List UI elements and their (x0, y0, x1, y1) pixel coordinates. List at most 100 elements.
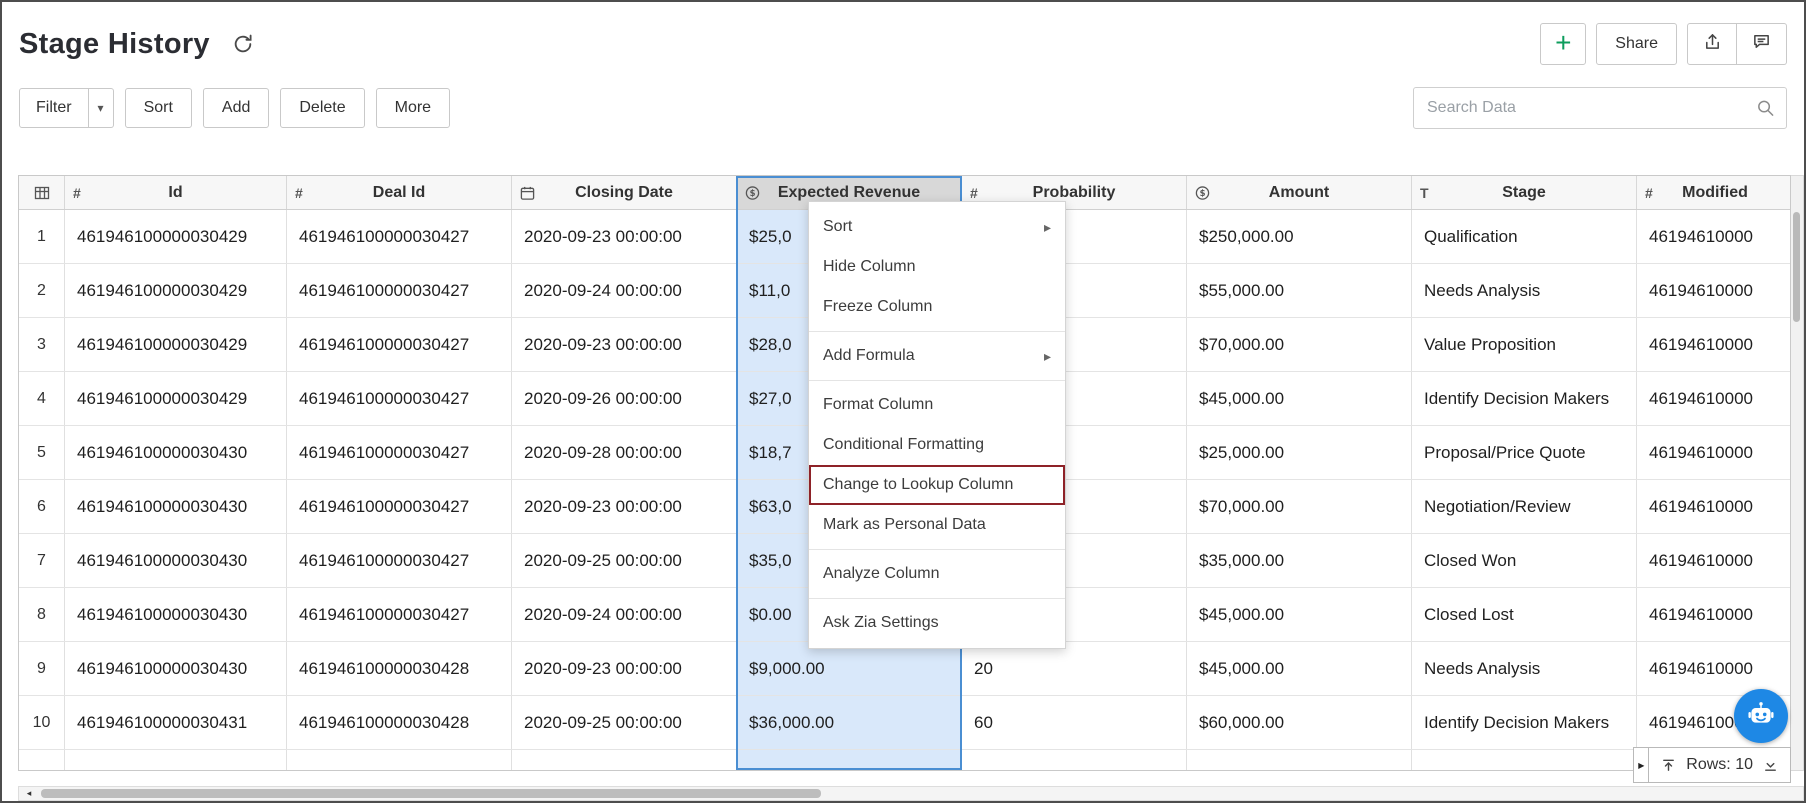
menu-item-add-formula[interactable]: Add Formula▸ (809, 336, 1065, 376)
menu-item-mark-as-personal-data[interactable]: Mark as Personal Data (809, 505, 1065, 545)
cell-id[interactable]: 461946100000030430 (65, 426, 287, 479)
cell-id[interactable]: 461946100000030431 (65, 696, 287, 749)
cell-deal_id[interactable]: 461946100000030427 (287, 264, 512, 317)
menu-item-analyze-column[interactable]: Analyze Column (809, 554, 1065, 594)
cell-stage[interactable]: Closed Lost (1412, 588, 1637, 641)
cell-expected_revenue[interactable]: $9,000.00 (737, 642, 962, 695)
cell-amount[interactable]: $45,000.00 (1187, 642, 1412, 695)
cell-amount[interactable]: $250,000.00 (1187, 210, 1412, 263)
cell-deal_id[interactable]: 461946100000030428 (287, 696, 512, 749)
export-button[interactable] (1687, 23, 1737, 65)
cell-amount[interactable]: $60,000.00 (1187, 696, 1412, 749)
cell-deal_id[interactable]: 461946100000030427 (287, 210, 512, 263)
cell-deal_id[interactable]: 461946100000030427 (287, 534, 512, 587)
comments-button[interactable] (1737, 23, 1787, 65)
vertical-scrollbar[interactable] (1791, 175, 1804, 771)
menu-item-conditional-formatting[interactable]: Conditional Formatting (809, 425, 1065, 465)
sort-button[interactable]: Sort (125, 88, 192, 128)
cell-stage[interactable]: Identify Decision Makers (1412, 696, 1637, 749)
column-header-amount[interactable]: $Amount (1187, 176, 1412, 209)
select-all-header[interactable] (19, 176, 65, 209)
cell-stage[interactable]: Identify Decision Makers (1412, 372, 1637, 425)
cell-stage[interactable]: Needs Analysis (1412, 264, 1637, 317)
add-button[interactable]: Add (203, 88, 269, 128)
cell-id[interactable]: 461946100000030430 (65, 588, 287, 641)
cell-id[interactable]: 461946100000030429 (65, 264, 287, 317)
cell-amount[interactable]: $45,000.00 (1187, 588, 1412, 641)
refresh-icon[interactable] (232, 33, 254, 55)
menu-item-change-to-lookup-column[interactable]: Change to Lookup Column (809, 465, 1065, 505)
cell-deal_id[interactable]: 461946100000030428 (287, 642, 512, 695)
cell-stage[interactable]: Negotiation/Review (1412, 480, 1637, 533)
menu-item-freeze-column[interactable]: Freeze Column (809, 287, 1065, 327)
cell-modified[interactable]: 46194610000 (1637, 318, 1791, 371)
cell-closing_date[interactable]: 2020-09-24 00:00:00 (512, 264, 737, 317)
cell-modified[interactable]: 46194610000 (1637, 372, 1791, 425)
cell-id[interactable]: 461946100000030429 (65, 318, 287, 371)
cell-modified[interactable]: 46194610000 (1637, 588, 1791, 641)
vertical-scrollbar-thumb[interactable] (1793, 212, 1800, 322)
more-button[interactable]: More (376, 88, 450, 128)
cell-modified[interactable]: 46194610000 (1637, 642, 1791, 695)
cell-amount[interactable]: $35,000.00 (1187, 534, 1412, 587)
scroll-left-arrow-icon[interactable]: ◂ (21, 787, 37, 800)
cell-stage[interactable]: Value Proposition (1412, 318, 1637, 371)
cell-stage[interactable]: Proposal/Price Quote (1412, 426, 1637, 479)
cell-closing_date[interactable]: 2020-09-26 00:00:00 (512, 372, 737, 425)
cell-id[interactable]: 461946100000030429 (65, 210, 287, 263)
cell-amount[interactable]: $70,000.00 (1187, 480, 1412, 533)
cell-id[interactable]: 461946100000030429 (65, 372, 287, 425)
cell-modified[interactable]: 46194610000 (1637, 534, 1791, 587)
cell-stage[interactable]: Qualification (1412, 210, 1637, 263)
cell-closing_date[interactable]: 2020-09-23 00:00:00 (512, 480, 737, 533)
cell-closing_date[interactable]: 2020-09-25 00:00:00 (512, 696, 737, 749)
cell-stage[interactable]: Needs Analysis (1412, 642, 1637, 695)
column-header-modified[interactable]: #Modified (1637, 176, 1791, 209)
cell-probability[interactable]: 60 (962, 696, 1187, 749)
cell-probability[interactable]: 20 (962, 642, 1187, 695)
cell-modified[interactable]: 46194610000 (1637, 480, 1791, 533)
scroll-to-top-icon[interactable] (1661, 758, 1676, 773)
cell-closing_date[interactable]: 2020-09-23 00:00:00 (512, 642, 737, 695)
menu-item-ask-zia-settings[interactable]: Ask Zia Settings (809, 603, 1065, 643)
filter-button[interactable]: Filter (19, 88, 89, 128)
cell-amount[interactable]: $45,000.00 (1187, 372, 1412, 425)
cell-id[interactable]: 461946100000030430 (65, 534, 287, 587)
zia-assistant-button[interactable] (1734, 689, 1788, 743)
cell-closing_date[interactable]: 2020-09-23 00:00:00 (512, 210, 737, 263)
cell-modified[interactable]: 46194610000 (1637, 210, 1791, 263)
scroll-to-bottom-icon[interactable] (1763, 758, 1778, 773)
menu-item-hide-column[interactable]: Hide Column (809, 247, 1065, 287)
cell-deal_id[interactable]: 461946100000030427 (287, 372, 512, 425)
search-input[interactable] (1413, 87, 1787, 129)
cell-id[interactable]: 461946100000030430 (65, 642, 287, 695)
cell-expected_revenue[interactable]: $36,000.00 (737, 696, 962, 749)
cell-amount[interactable]: $70,000.00 (1187, 318, 1412, 371)
cell-amount[interactable]: $25,000.00 (1187, 426, 1412, 479)
collapse-pager-button[interactable]: ▶ (1633, 747, 1648, 783)
cell-stage[interactable]: Closed Won (1412, 534, 1637, 587)
cell-closing_date[interactable]: 2020-09-24 00:00:00 (512, 588, 737, 641)
cell-modified[interactable]: 46194610000 (1637, 426, 1791, 479)
cell-modified[interactable]: 46194610000 (1637, 264, 1791, 317)
column-header-id[interactable]: #Id (65, 176, 287, 209)
cell-closing_date[interactable]: 2020-09-28 00:00:00 (512, 426, 737, 479)
column-header-closing-date[interactable]: Closing Date (512, 176, 737, 209)
cell-deal_id[interactable]: 461946100000030427 (287, 318, 512, 371)
column-header-stage[interactable]: TStage (1412, 176, 1637, 209)
menu-item-sort[interactable]: Sort▸ (809, 207, 1065, 247)
horizontal-scrollbar[interactable]: ◂ (18, 786, 1804, 801)
horizontal-scrollbar-thumb[interactable] (41, 789, 821, 798)
cell-closing_date[interactable]: 2020-09-25 00:00:00 (512, 534, 737, 587)
delete-button[interactable]: Delete (280, 88, 364, 128)
cell-deal_id[interactable]: 461946100000030427 (287, 426, 512, 479)
cell-deal_id[interactable]: 461946100000030427 (287, 480, 512, 533)
cell-closing_date[interactable]: 2020-09-23 00:00:00 (512, 318, 737, 371)
menu-item-format-column[interactable]: Format Column (809, 385, 1065, 425)
add-view-button[interactable]: + (1540, 23, 1586, 65)
share-button[interactable]: Share (1596, 23, 1677, 65)
cell-amount[interactable]: $55,000.00 (1187, 264, 1412, 317)
filter-dropdown-button[interactable]: ▾ (89, 88, 114, 128)
column-header-deal-id[interactable]: #Deal Id (287, 176, 512, 209)
cell-id[interactable]: 461946100000030430 (65, 480, 287, 533)
